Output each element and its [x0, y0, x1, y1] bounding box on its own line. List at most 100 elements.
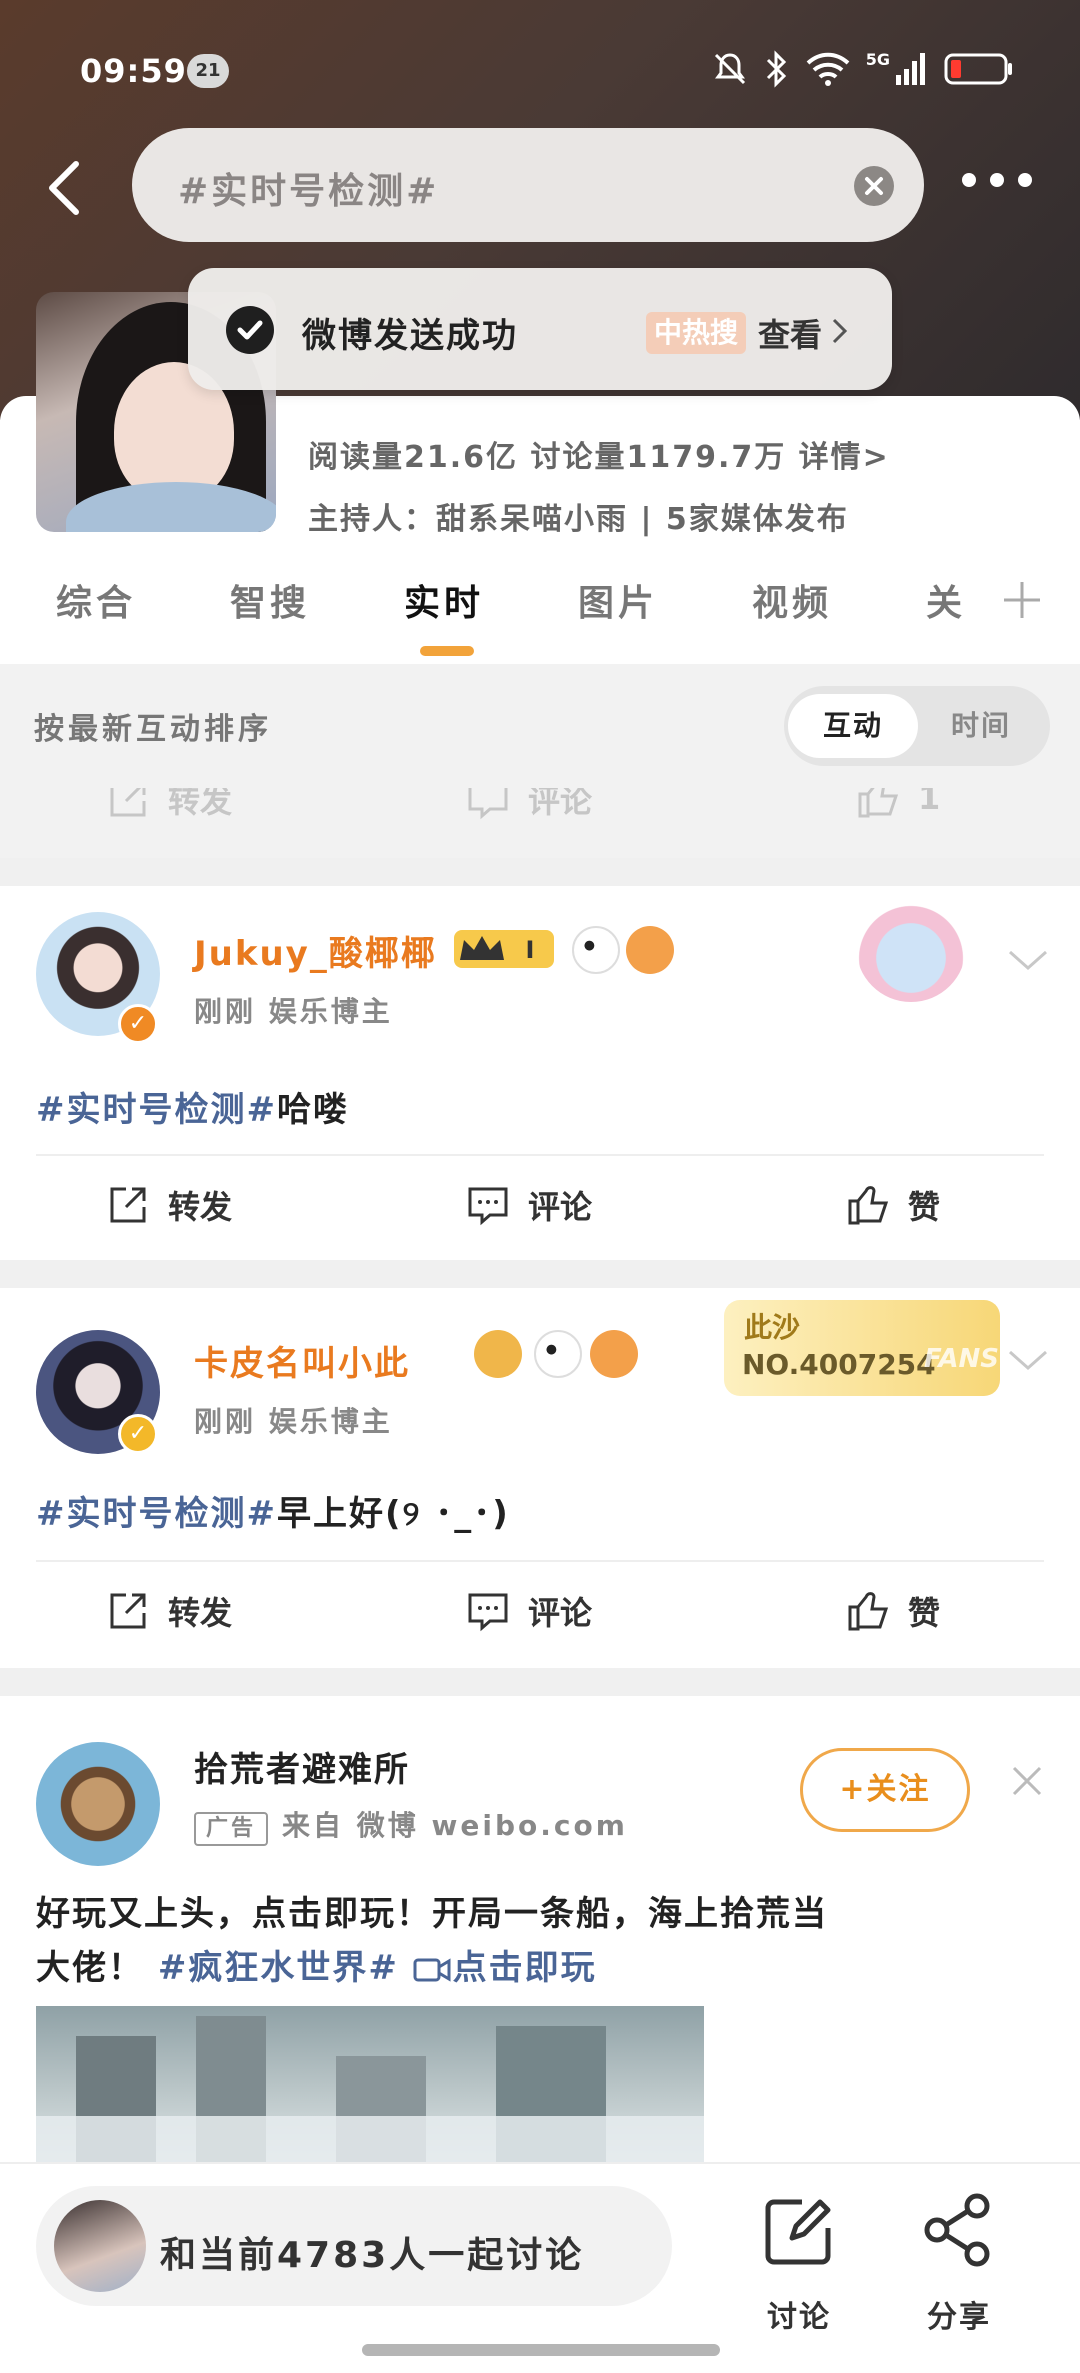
- panda-icon: [534, 1330, 582, 1378]
- fans-badge-watermark: FANS: [924, 1344, 1000, 1374]
- repost-label: 转发: [168, 1594, 233, 1632]
- discuss-button[interactable]: 讨论: [744, 2184, 854, 2335]
- panda-icon: [572, 926, 620, 974]
- post-divider: [36, 1560, 1044, 1562]
- like-button[interactable]: 1: [856, 788, 940, 820]
- verified-badge-icon: ✓: [118, 1004, 158, 1044]
- post-text[interactable]: #实时号检测#哈喽: [36, 1082, 349, 1131]
- ad-text-line-1[interactable]: 好玩又上头，点击即玩！开局一条船，海上拾荒当: [36, 1886, 828, 1935]
- post-hashtag[interactable]: #实时号检测#: [36, 1494, 277, 1534]
- checkmark-icon: [226, 306, 274, 354]
- comment-button[interactable]: 评论: [466, 1182, 592, 1228]
- comment-icon: [468, 1187, 508, 1226]
- repost-icon: [110, 1593, 146, 1629]
- tab-realtime[interactable]: 实时: [404, 574, 484, 626]
- post-separator: [0, 1668, 1080, 1696]
- like-label: 赞: [908, 1594, 941, 1632]
- repost-button[interactable]: 转发: [106, 1182, 232, 1228]
- toast-view-link[interactable]: 查看: [758, 310, 822, 356]
- ad-text-plain: 大佬！: [36, 1948, 144, 1988]
- post-meta: 刚刚 娱乐博主: [194, 1405, 393, 1438]
- status-time: 09:59: [80, 52, 187, 90]
- close-icon: [865, 177, 883, 195]
- topic-stats[interactable]: 阅读量21.6亿 讨论量1179.7万 详情>: [308, 432, 890, 476]
- back-arrow-icon[interactable]: [40, 160, 88, 216]
- tab-comprehensive[interactable]: 综合: [56, 574, 136, 626]
- sort-option-time[interactable]: 时间: [916, 694, 1046, 758]
- pufferfish-icon: [590, 1330, 638, 1378]
- crown-rank-badge-icon: [474, 1330, 522, 1378]
- tab-bar: 综合 智搜 实时 图片 视频 关: [0, 574, 1080, 660]
- discuss-label: 讨论: [767, 2300, 831, 2335]
- ad-avatar[interactable]: [36, 1742, 160, 1866]
- search-query-text: #实时号检测#: [178, 171, 440, 212]
- comment-label: 评论: [528, 1594, 593, 1632]
- discussion-prompt: 和当前4783人一起讨论: [160, 2235, 585, 2276]
- search-bar[interactable]: #实时号检测#: [132, 128, 924, 242]
- comment-button[interactable]: 评论: [466, 1588, 592, 1634]
- gift-penguin-sticker-icon: [856, 892, 966, 1002]
- follow-button[interactable]: +关注: [800, 1748, 970, 1832]
- current-user-avatar: [54, 2200, 146, 2292]
- ad-hashtag[interactable]: #疯狂水世界#: [158, 1948, 399, 1988]
- repost-icon: [110, 1187, 146, 1223]
- ad-source: 来自 微博 weibo.com: [282, 1809, 628, 1842]
- comment-icon: [468, 1593, 508, 1632]
- ad-meta: 广告 来自 微博 weibo.com: [194, 1804, 628, 1846]
- post-username[interactable]: Jukuy_酸椰椰: [194, 926, 437, 975]
- ad-tag: 广告: [194, 1812, 269, 1846]
- success-toast[interactable]: 微博发送成功 中热搜 查看: [188, 268, 892, 390]
- ad-play-link[interactable]: 点击即玩: [453, 1948, 597, 1988]
- clear-search-button[interactable]: [854, 166, 894, 206]
- like-count: 1: [918, 788, 941, 817]
- post-card[interactable]: ✓ Jukuy_酸椰椰 I 刚刚 娱乐博主 #实时号检测#哈喽 转发 评论 赞: [0, 886, 1080, 1260]
- join-discussion-pill[interactable]: 和当前4783人一起讨论: [36, 2186, 672, 2306]
- chevron-down-icon[interactable]: [1006, 946, 1050, 974]
- post-card[interactable]: ✓ 卡皮名叫小此 此沙 NO.4007254 FANS 刚刚 娱乐博主 #实时号…: [0, 1290, 1080, 1662]
- tab-smart-search[interactable]: 智搜: [230, 574, 310, 626]
- chevron-down-icon[interactable]: [1006, 1346, 1050, 1374]
- active-tab-indicator: [420, 646, 474, 656]
- comment-icon: [468, 788, 508, 820]
- share-icon: [924, 2193, 990, 2267]
- ad-image[interactable]: [36, 2006, 704, 2166]
- repost-label: 转发: [168, 1188, 233, 1226]
- sort-bar: 按最新互动排序 互动 时间: [0, 664, 1080, 788]
- repost-button[interactable]: 转发: [106, 788, 232, 822]
- post-separator: [0, 858, 1080, 886]
- topic-host[interactable]: 主持人：甜系呆喵小雨 | 5家媒体发布: [308, 494, 849, 538]
- hot-search-badge: 中热搜: [646, 312, 747, 354]
- repost-button[interactable]: 转发: [106, 1588, 232, 1634]
- post-body: 哈喽: [276, 1090, 349, 1130]
- tab-videos[interactable]: 视频: [752, 574, 832, 626]
- status-icons: 5G: [712, 50, 1014, 88]
- close-icon[interactable]: [1010, 1764, 1044, 1798]
- home-indicator[interactable]: [362, 2344, 720, 2356]
- comment-button[interactable]: 评论: [466, 788, 592, 822]
- tab-follow[interactable]: 关: [926, 574, 966, 626]
- like-button[interactable]: 赞: [846, 1588, 940, 1634]
- add-tab-plus-icon[interactable]: [1000, 578, 1044, 622]
- fans-badge[interactable]: 此沙 NO.4007254 FANS: [724, 1300, 1000, 1396]
- like-button[interactable]: 赞: [846, 1182, 940, 1228]
- level-badge-text: I: [526, 936, 535, 964]
- more-dot-icon: [1018, 173, 1032, 187]
- repost-icon: [110, 788, 146, 817]
- tab-images[interactable]: 图片: [578, 574, 658, 626]
- compose-icon: [765, 2199, 831, 2265]
- ad-post-card[interactable]: 拾荒者避难所 广告 来自 微博 weibo.com +关注 好玩又上头，点击即玩！…: [0, 1696, 1080, 2166]
- mute-bell-icon: [714, 53, 745, 85]
- post-username[interactable]: 卡皮名叫小此: [194, 1336, 410, 1385]
- thumbs-up-icon: [848, 1592, 889, 1631]
- bottom-bar: 和当前4783人一起讨论 讨论 分享: [0, 2162, 1080, 2373]
- post-meta: 刚刚 娱乐博主: [194, 995, 393, 1028]
- more-options-button[interactable]: [962, 168, 1032, 192]
- post-text[interactable]: #实时号检测#早上好(୨ ･_･): [36, 1486, 510, 1535]
- ad-username[interactable]: 拾荒者避难所: [194, 1742, 410, 1791]
- share-button[interactable]: 分享: [904, 2184, 1014, 2335]
- sort-option-interaction[interactable]: 互动: [788, 694, 918, 758]
- sort-segmented-control: 互动 时间: [784, 686, 1050, 766]
- post-hashtag[interactable]: #实时号检测#: [36, 1090, 277, 1130]
- sort-label: 按最新互动排序: [34, 712, 272, 747]
- ad-text-line-2[interactable]: 大佬！ #疯狂水世界# 点击即玩: [36, 1940, 597, 1989]
